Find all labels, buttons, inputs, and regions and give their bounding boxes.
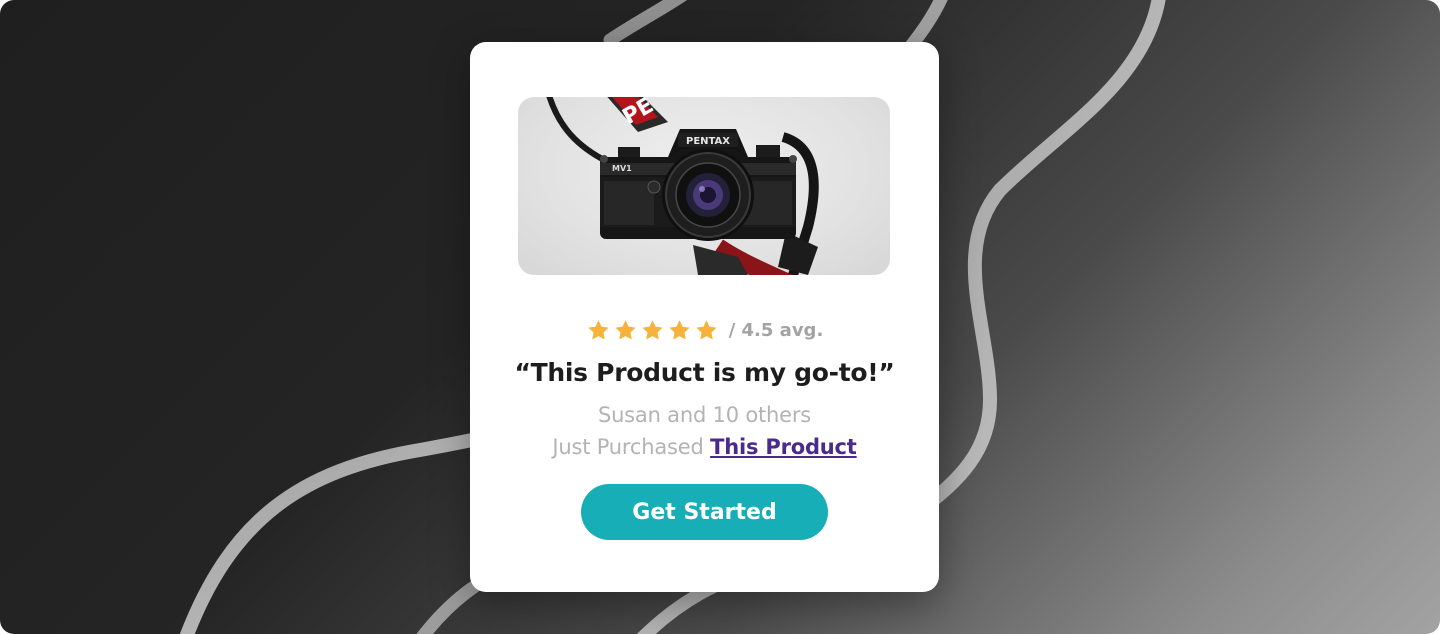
get-started-button[interactable]: Get Started (581, 484, 828, 540)
purchase-notice: Susan and 10 others Just Purchased This … (470, 399, 939, 463)
product-image: PE PENTAX MV1 (518, 97, 890, 275)
social-proof-card: PE PENTAX MV1 / 4.5 avg. “This Product i… (470, 42, 939, 592)
star-icon (642, 319, 663, 340)
wave-line (603, 0, 688, 47)
star-rating (586, 318, 719, 343)
camera-model: MV1 (612, 164, 632, 173)
purchaser-count: Susan and 10 others (597, 403, 812, 427)
star-icon (669, 319, 690, 340)
purchase-line: Just Purchased This Product (470, 431, 939, 463)
camera-brand: PENTAX (686, 136, 730, 147)
camera-illustration: PE PENTAX MV1 (546, 97, 819, 275)
background-canvas: PE PENTAX MV1 / 4.5 avg. “This Product i… (0, 0, 1440, 634)
purchase-prefix: Just Purchased (552, 435, 704, 459)
star-icon (615, 319, 636, 340)
rating-row: / 4.5 avg. (470, 314, 939, 346)
wave-line (913, 0, 1166, 517)
product-link[interactable]: This Product (710, 435, 857, 459)
testimonial-quote: “This Product is my go-to!” (514, 358, 895, 387)
star-icon (696, 319, 717, 340)
star-icon (588, 319, 609, 340)
rating-average: / 4.5 avg. (728, 319, 824, 341)
